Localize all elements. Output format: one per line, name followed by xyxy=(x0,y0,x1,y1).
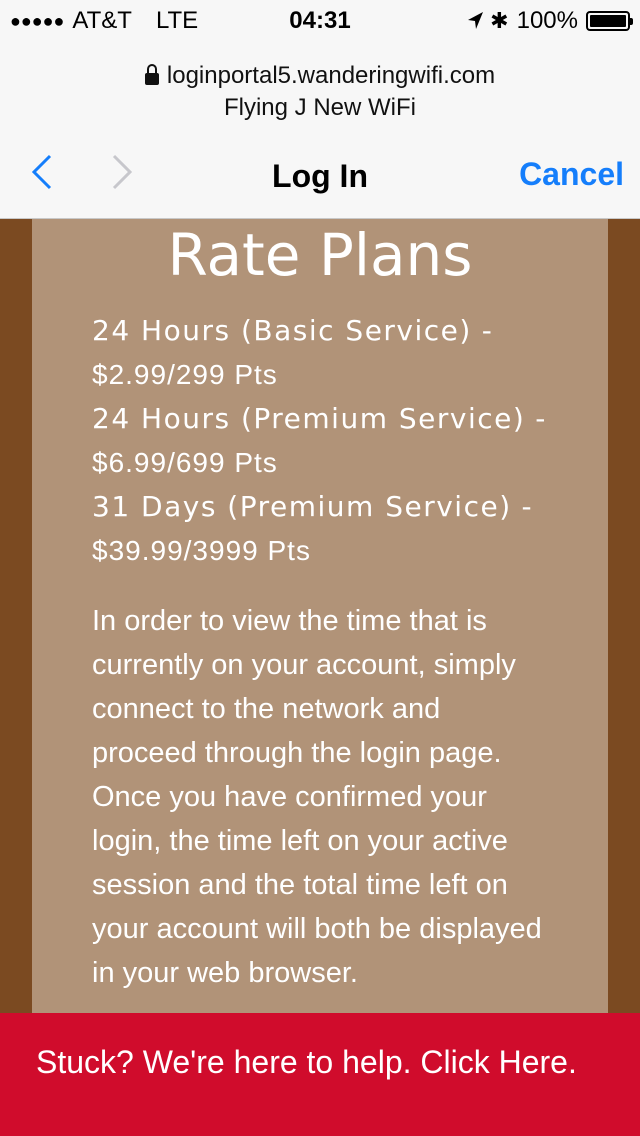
plan-name: 24 Hours (Premium Service) xyxy=(92,402,526,435)
status-right: ✱ 100% xyxy=(466,7,633,35)
account-time-info: In order to view the time that is curren… xyxy=(92,605,542,989)
rate-plan-item: 31 Days (Premium Service) - $39.99/3999 … xyxy=(92,490,533,566)
web-content: Rate Plans 24 Hours (Basic Service) - $2… xyxy=(0,219,640,1136)
plan-price: $2.99/299 Pts xyxy=(92,359,278,390)
rate-plan-list: 24 Hours (Basic Service) - $2.99/299 Pts… xyxy=(92,309,548,573)
page-url: loginportal5.wanderingwifi.com xyxy=(166,62,496,89)
help-banner-link[interactable]: Stuck? We're here to help. Click Here. xyxy=(0,1013,640,1136)
plan-price: $6.99/699 Pts xyxy=(92,447,278,478)
plan-name: 31 Days (Premium Service) xyxy=(92,490,512,523)
rate-plan-item: 24 Hours (Premium Service) - $6.99/699 P… xyxy=(92,402,547,478)
cancel-button[interactable]: Cancel xyxy=(519,156,624,193)
battery-icon xyxy=(586,11,633,31)
navigation-bar: Log In Cancel xyxy=(0,130,640,219)
plan-price: $39.99/3999 Pts xyxy=(92,535,311,566)
address-bar[interactable]: loginportal5.wanderingwifi.com Flying J … xyxy=(0,40,640,130)
status-bar: ●●●●● AT&T LTE 04:31 ✱ 100% xyxy=(0,0,640,40)
lock-icon xyxy=(144,64,159,85)
battery-percent: 100% xyxy=(516,7,578,34)
page-title: Rate Plans xyxy=(167,221,473,289)
rate-plans-panel: Rate Plans 24 Hours (Basic Service) - $2… xyxy=(32,219,608,1136)
plan-name: 24 Hours (Basic Service) xyxy=(92,314,472,347)
bluetooth-icon: ✱ xyxy=(490,8,509,33)
url-row: loginportal5.wanderingwifi.com xyxy=(0,62,640,90)
rate-plan-item: 24 Hours (Basic Service) - $2.99/299 Pts xyxy=(92,314,493,390)
network-title: Flying J New WiFi xyxy=(223,94,416,121)
location-arrow-icon xyxy=(468,12,484,29)
